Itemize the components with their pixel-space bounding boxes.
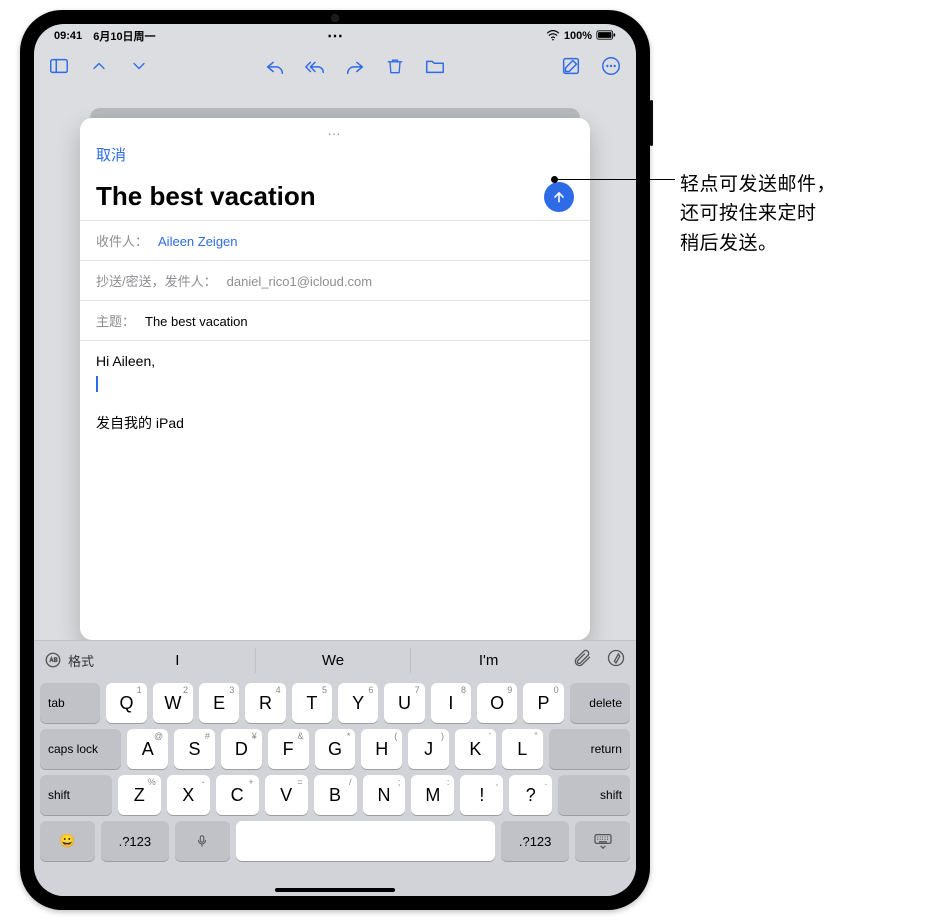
- keyboard-suggestions: I We I'm: [100, 648, 566, 673]
- key-k[interactable]: 'K: [455, 729, 496, 769]
- sidebar-icon[interactable]: [48, 55, 70, 77]
- battery-percent: 100%: [564, 30, 592, 42]
- cc-bcc-from-field[interactable]: 抄送/密送，发件人： daniel_rico1@icloud.com: [80, 260, 590, 300]
- mail-toolbar: [34, 46, 636, 86]
- callout-line-3: 稍后发送。: [680, 229, 836, 258]
- suggestion-1[interactable]: I: [100, 648, 255, 673]
- ipad-device-frame: 09:41 6月10日周一 ⋯ 100%: [20, 10, 650, 910]
- from-value: daniel_rico1@icloud.com: [227, 274, 372, 289]
- key-space[interactable]: [236, 821, 495, 861]
- status-ellipsis-icon: ⋯: [327, 26, 343, 46]
- key-l[interactable]: "L: [502, 729, 543, 769]
- key-question[interactable]: .?: [509, 775, 552, 815]
- attachment-icon[interactable]: [572, 648, 592, 673]
- key-delete[interactable]: delete: [570, 683, 630, 723]
- ipad-screen: 09:41 6月10日周一 ⋯ 100%: [34, 24, 636, 896]
- key-q[interactable]: 1Q: [106, 683, 146, 723]
- callout-line-1: 轻点可发送邮件，: [680, 170, 836, 199]
- key-d[interactable]: ¥D: [221, 729, 262, 769]
- to-field[interactable]: 收件人： Aileen Zeigen: [80, 220, 590, 260]
- key-g[interactable]: *G: [315, 729, 356, 769]
- chevron-down-icon[interactable]: [128, 55, 150, 77]
- key-i[interactable]: 8I: [431, 683, 471, 723]
- key-return[interactable]: return: [549, 729, 630, 769]
- text-cursor: [96, 376, 98, 392]
- key-shift-left[interactable]: shift: [40, 775, 112, 815]
- compose-icon[interactable]: [560, 55, 582, 77]
- compose-body[interactable]: Hi Aileen, 发自我的 iPad: [80, 340, 590, 640]
- key-x[interactable]: -X: [167, 775, 210, 815]
- to-value[interactable]: Aileen Zeigen: [158, 234, 238, 249]
- key-emoji[interactable]: 😀: [40, 821, 95, 861]
- key-s[interactable]: #S: [174, 729, 215, 769]
- format-button[interactable]: 格式: [44, 651, 94, 670]
- key-shift-right[interactable]: shift: [558, 775, 630, 815]
- power-button: [650, 100, 653, 146]
- callout-leader-line: [553, 179, 675, 180]
- key-capslock[interactable]: caps lock: [40, 729, 121, 769]
- key-f[interactable]: &F: [268, 729, 309, 769]
- body-greeting: Hi Aileen,: [96, 351, 574, 372]
- battery-icon: [596, 30, 616, 43]
- reply-all-icon[interactable]: [304, 55, 326, 77]
- status-bar: 09:41 6月10日周一 ⋯ 100%: [34, 24, 636, 46]
- wifi-icon: [546, 29, 560, 44]
- chevron-up-icon[interactable]: [88, 55, 110, 77]
- suggestion-3[interactable]: I'm: [410, 648, 566, 673]
- key-t[interactable]: 5T: [292, 683, 332, 723]
- key-h[interactable]: (H: [361, 729, 402, 769]
- reply-icon[interactable]: [264, 55, 286, 77]
- suggestion-2[interactable]: We: [255, 648, 411, 673]
- front-camera: [331, 14, 339, 22]
- key-m[interactable]: :M: [411, 775, 454, 815]
- body-signature: 发自我的 iPad: [96, 413, 574, 434]
- markup-icon[interactable]: [606, 648, 626, 673]
- sheet-grabber-icon[interactable]: …: [327, 122, 343, 138]
- status-time: 09:41: [54, 30, 82, 42]
- status-date: 6月10日周一: [93, 28, 155, 44]
- key-c[interactable]: +C: [216, 775, 259, 815]
- key-u[interactable]: 7U: [384, 683, 424, 723]
- key-j[interactable]: )J: [408, 729, 449, 769]
- folder-icon[interactable]: [424, 55, 446, 77]
- trash-icon[interactable]: [384, 55, 406, 77]
- subject-value: The best vacation: [145, 314, 248, 329]
- to-label: 收件人：: [96, 231, 148, 250]
- key-exclaim[interactable]: ,!: [460, 775, 503, 815]
- key-z[interactable]: %Z: [118, 775, 161, 815]
- home-indicator[interactable]: [275, 888, 395, 892]
- key-p[interactable]: 0P: [523, 683, 563, 723]
- key-r[interactable]: 4R: [245, 683, 285, 723]
- compose-title: The best vacation: [96, 181, 316, 212]
- key-o[interactable]: 9O: [477, 683, 517, 723]
- key-n[interactable]: ;N: [363, 775, 406, 815]
- keyboard-toolbar: 格式 I We I'm: [34, 641, 636, 679]
- key-hide-keyboard[interactable]: [575, 821, 630, 861]
- subject-label: 主题：: [96, 311, 135, 330]
- more-circle-icon[interactable]: [600, 55, 622, 77]
- forward-icon[interactable]: [344, 55, 366, 77]
- on-screen-keyboard: 格式 I We I'm tab: [34, 640, 636, 896]
- format-label: 格式: [68, 651, 94, 670]
- key-symbols-left[interactable]: .?123: [101, 821, 169, 861]
- key-a[interactable]: @A: [127, 729, 168, 769]
- key-b[interactable]: /B: [314, 775, 357, 815]
- key-tab[interactable]: tab: [40, 683, 100, 723]
- cancel-button[interactable]: 取消: [96, 147, 126, 164]
- key-v[interactable]: =V: [265, 775, 308, 815]
- key-symbols-right[interactable]: .?123: [501, 821, 569, 861]
- send-button[interactable]: [544, 182, 574, 212]
- compose-sheet: … 取消 The best vacation 收件人： Aileen Zeige…: [80, 118, 590, 640]
- callout-line-2: 还可按住来定时: [680, 199, 836, 228]
- key-dictation[interactable]: [175, 821, 230, 861]
- callout-text: 轻点可发送邮件， 还可按住来定时 稍后发送。: [680, 170, 836, 258]
- key-y[interactable]: 6Y: [338, 683, 378, 723]
- key-w[interactable]: 2W: [153, 683, 193, 723]
- key-e[interactable]: 3E: [199, 683, 239, 723]
- cc-label: 抄送/密送，发件人：: [96, 271, 217, 290]
- subject-field[interactable]: 主题： The best vacation: [80, 300, 590, 340]
